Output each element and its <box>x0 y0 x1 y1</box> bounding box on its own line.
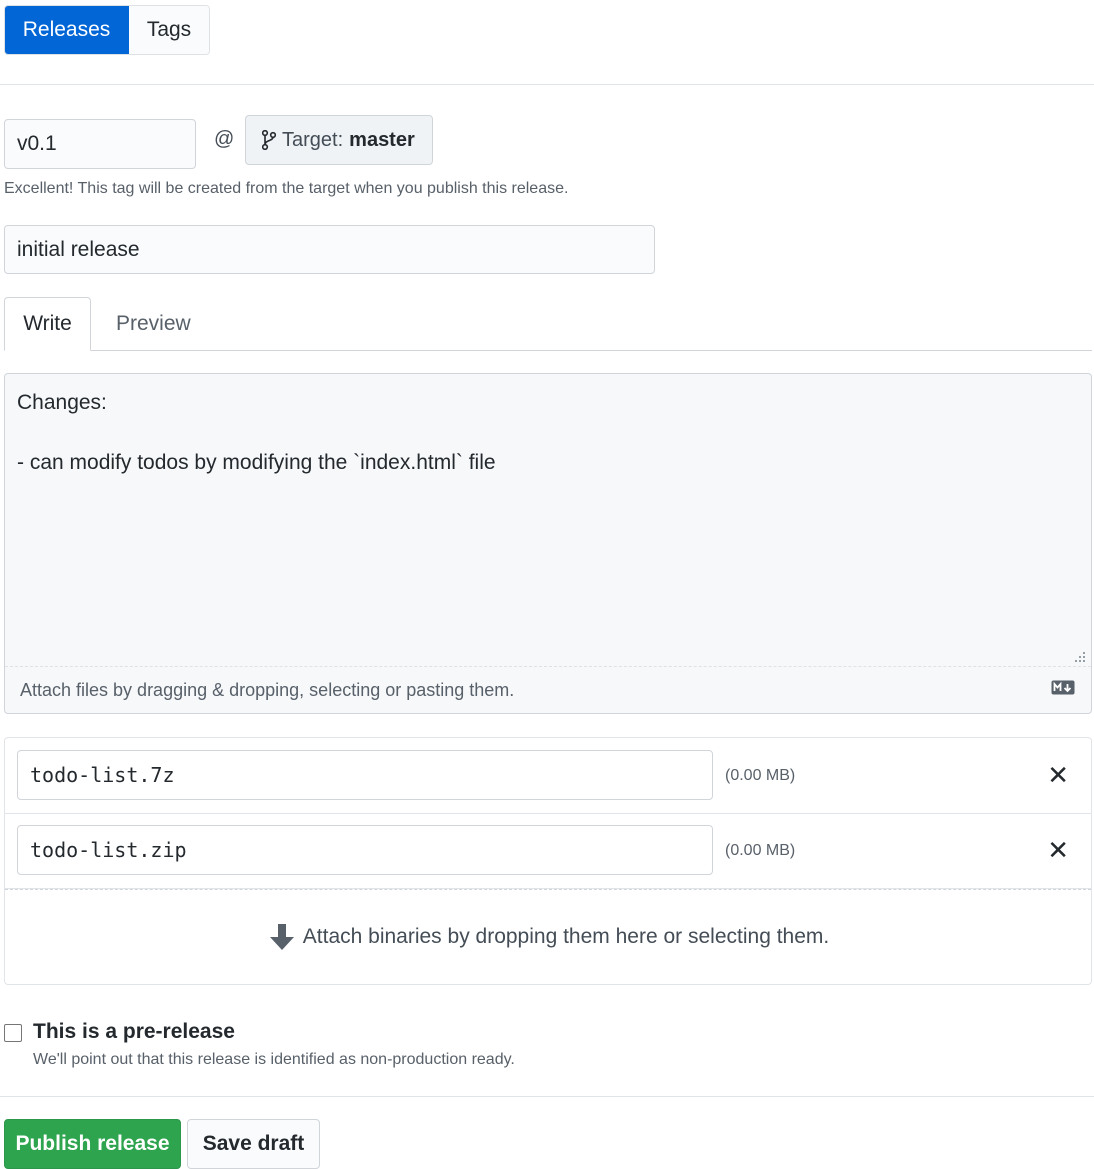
file-size: (0.00 MB) <box>725 841 796 859</box>
prerelease-label[interactable]: This is a pre-release <box>33 1020 235 1044</box>
release-title-input[interactable]: initial release <box>4 225 655 274</box>
tab-tags[interactable]: Tags <box>129 6 209 54</box>
file-name: todo-list.7z <box>30 763 175 787</box>
divider <box>0 1096 1094 1097</box>
target-label: Target: <box>282 128 344 151</box>
target-branch-button[interactable]: Target: master <box>245 115 433 165</box>
close-icon[interactable]: ✕ <box>1047 738 1069 813</box>
tag-note: Excellent! This tag will be created from… <box>4 180 569 197</box>
at-symbol: @ <box>214 128 235 150</box>
file-name-input[interactable]: todo-list.7z <box>17 750 713 800</box>
save-draft-button[interactable]: Save draft <box>187 1119 320 1169</box>
release-title-value: initial release <box>17 237 140 261</box>
file-name-input[interactable]: todo-list.zip <box>17 825 713 875</box>
prerelease-note: We'll point out that this release is ide… <box>33 1051 515 1068</box>
git-branch-icon <box>262 130 276 150</box>
binaries-panel: todo-list.7z (0.00 MB) ✕ todo-list.zip (… <box>4 737 1092 985</box>
publish-release-button[interactable]: Publish release <box>4 1119 181 1169</box>
arrow-down-icon <box>269 924 294 950</box>
file-size: (0.00 MB) <box>725 766 796 784</box>
tag-version-input[interactable]: v0.1 <box>4 119 196 169</box>
file-name: todo-list.zip <box>30 838 187 862</box>
binaries-dropzone[interactable]: Attach binaries by dropping them here or… <box>5 889 1091 984</box>
close-icon[interactable]: ✕ <box>1047 813 1069 888</box>
tab-releases[interactable]: Releases <box>5 6 129 54</box>
resize-grip-icon[interactable] <box>1074 651 1086 663</box>
releases-tags-toggle: Releases Tags <box>4 5 210 55</box>
tag-version-value: v0.1 <box>17 132 57 155</box>
attach-files-hint: Attach files by dragging & dropping, sel… <box>20 679 515 700</box>
tab-write[interactable]: Write <box>4 297 91 351</box>
tab-preview[interactable]: Preview <box>116 297 191 351</box>
release-notes-editor[interactable]: Changes: - can modify todos by modifying… <box>4 373 1092 714</box>
target-branch-name: master <box>349 128 415 151</box>
divider <box>0 84 1094 85</box>
markdown-icon[interactable] <box>1051 680 1075 695</box>
editor-tabs: Write Preview <box>4 297 1092 351</box>
file-row: todo-list.zip (0.00 MB) ✕ <box>5 813 1091 889</box>
dropzone-hint: Attach binaries by dropping them here or… <box>302 925 830 948</box>
prerelease-checkbox[interactable] <box>4 1024 22 1042</box>
file-row: todo-list.7z (0.00 MB) ✕ <box>5 738 1091 814</box>
release-notes-text[interactable]: Changes: - can modify todos by modifying… <box>17 388 496 478</box>
attach-files-bar[interactable]: Attach files by dragging & dropping, sel… <box>5 666 1091 713</box>
